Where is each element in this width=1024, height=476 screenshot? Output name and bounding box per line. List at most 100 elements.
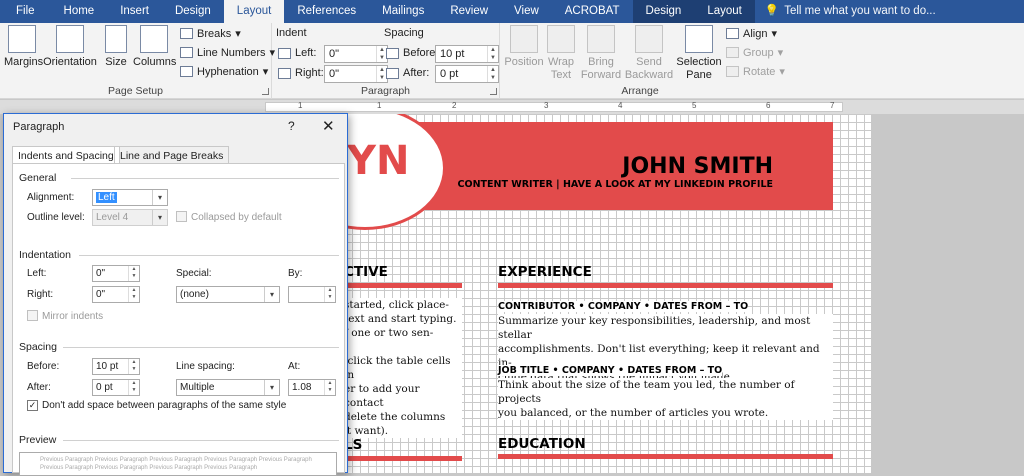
- ruler-number: 5: [692, 101, 697, 110]
- breaks-icon: [180, 28, 193, 39]
- spacing-heading: Spacing: [384, 27, 424, 39]
- wrap-text-button[interactable]: Wrap Text: [546, 25, 576, 82]
- page-setup-launcher-icon[interactable]: [262, 88, 269, 95]
- orientation-button[interactable]: Orientation: [42, 25, 98, 69]
- chevron-down-icon[interactable]: ▾: [152, 210, 167, 225]
- ruler-number: 6: [766, 101, 771, 110]
- chevron-down-icon[interactable]: ▾: [264, 287, 279, 302]
- by-input[interactable]: ▲ ▼: [288, 286, 336, 303]
- page-setup-group: Margins Orientation Size Columns Breaks ▾…: [0, 23, 275, 99]
- position-button[interactable]: Position: [504, 25, 544, 69]
- send-backward-button[interactable]: Send Backward: [624, 25, 674, 82]
- objective-text: started, click place- text and start typ…: [344, 298, 462, 438]
- columns-button[interactable]: Columns: [133, 25, 176, 69]
- spinner-arrows-icon[interactable]: ▲ ▼: [324, 287, 335, 302]
- tab-layout[interactable]: Layout: [223, 0, 285, 23]
- tab-review[interactable]: Review: [437, 0, 501, 23]
- collapsed-label: Collapsed by default: [191, 212, 282, 223]
- spacing-section-label: Spacing: [19, 341, 57, 353]
- section-rule: [344, 456, 462, 461]
- job-title-2: JOB TITLE • COMPANY • DATES FROM – TO: [498, 365, 723, 376]
- close-icon[interactable]: ✕: [322, 117, 335, 135]
- selection-pane-icon: [685, 25, 713, 53]
- hyphenation-button[interactable]: Hyphenation ▾: [180, 65, 268, 78]
- tab-table-design[interactable]: Design: [632, 0, 695, 23]
- dialog-spacing-after-input[interactable]: 0 pt ▲ ▼: [92, 379, 140, 396]
- collapsed-checkbox[interactable]: [176, 211, 187, 222]
- tell-me-box[interactable]: 💡 Tell me what you want to do...: [755, 0, 936, 23]
- experience-heading: EXPERIENCE: [498, 264, 592, 280]
- page-setup-label: Page Setup: [108, 85, 163, 97]
- tab-view[interactable]: View: [501, 0, 552, 23]
- selection-pane-button[interactable]: Selection Pane: [676, 25, 722, 82]
- indent-right-input[interactable]: 0" ▲ ▼: [324, 65, 388, 83]
- margins-button[interactable]: Margins: [4, 25, 43, 69]
- tab-mailings[interactable]: Mailings: [369, 0, 437, 23]
- paragraph-launcher-icon[interactable]: [490, 88, 497, 95]
- section-rule: [344, 283, 462, 288]
- tab-acrobat[interactable]: ACROBAT: [552, 0, 633, 23]
- education-heading: EDUCATION: [498, 436, 586, 452]
- spacing-before-input[interactable]: 10 pt ▲ ▼: [435, 45, 499, 63]
- document-page[interactable]: JOHN SMITH CONTENT WRITER | HAVE A LOOK …: [344, 114, 871, 473]
- indent-right-label: Right:: [27, 289, 54, 300]
- at-input[interactable]: 1.08 ▲ ▼: [288, 379, 336, 396]
- dialog-indent-right-input[interactable]: 0" ▲ ▼: [92, 286, 140, 303]
- chevron-down-icon[interactable]: ▾: [264, 380, 279, 395]
- arrange-group: Position Wrap Text Bring Forward Send Backw…: [500, 23, 785, 99]
- ruler-number: 7: [830, 101, 835, 110]
- tab-table-layout[interactable]: Layout: [694, 0, 755, 23]
- bring-forward-button[interactable]: Bring Forward: [580, 25, 622, 82]
- align-button[interactable]: Align ▾: [726, 27, 777, 40]
- spinner-arrows-icon[interactable]: ▲ ▼: [128, 287, 139, 302]
- ruler-number: 1: [298, 101, 303, 110]
- group-button[interactable]: Group ▾: [726, 46, 783, 59]
- indent-left-label: Left:: [27, 268, 47, 279]
- bring-forward-icon: [587, 25, 615, 53]
- line-numbers-button[interactable]: Line Numbers ▾: [180, 46, 275, 59]
- indent-left-label: Left:: [278, 47, 316, 59]
- indent-left-input[interactable]: 0" ▲ ▼: [324, 45, 388, 63]
- spinner-arrows-icon[interactable]: ▲ ▼: [128, 380, 139, 395]
- rotate-button[interactable]: Rotate ▾: [726, 65, 785, 78]
- spinner-arrows-icon[interactable]: ▲ ▼: [128, 359, 139, 374]
- send-backward-icon: [635, 25, 663, 53]
- dont-add-space-checkbox[interactable]: ✓: [27, 400, 38, 411]
- alignment-select[interactable]: Left ▾: [92, 189, 168, 206]
- spinner-arrows-icon[interactable]: ▲ ▼: [324, 380, 335, 395]
- group-icon: [726, 47, 739, 58]
- ribbon-tab-bar: File Home Insert Design Layout Reference…: [0, 0, 1024, 23]
- resume-subtitle: CONTENT WRITER | HAVE A LOOK AT MY LINKE…: [457, 179, 773, 190]
- line-spacing-select[interactable]: Multiple ▾: [176, 379, 280, 396]
- tab-indents-and-spacing[interactable]: Indents and Spacing: [12, 146, 120, 164]
- at-label: At:: [288, 361, 301, 372]
- dialog-indent-left-input[interactable]: 0" ▲ ▼: [92, 265, 140, 282]
- spacing-before-icon: [386, 47, 399, 59]
- alignment-label: Alignment:: [27, 192, 75, 203]
- special-select[interactable]: (none) ▾: [176, 286, 280, 303]
- horizontal-ruler[interactable]: 1 1 2 3 4 5 6 7: [0, 100, 1024, 114]
- spacing-after-icon: [386, 67, 399, 79]
- tab-file[interactable]: File: [0, 0, 51, 23]
- tab-home[interactable]: Home: [51, 0, 108, 23]
- dialog-spacing-before-input[interactable]: 10 pt ▲ ▼: [92, 358, 140, 375]
- help-icon[interactable]: ?: [288, 119, 295, 133]
- mirror-indents-checkbox[interactable]: [27, 310, 38, 321]
- tab-line-and-page-breaks[interactable]: Line and Page Breaks: [114, 146, 230, 164]
- indentation-section-label: Indentation: [19, 249, 71, 261]
- spacing-after-input[interactable]: 0 pt ▲ ▼: [435, 65, 499, 83]
- spinner-arrows-icon[interactable]: ▲ ▼: [128, 266, 139, 281]
- spinner-arrows-icon[interactable]: ▲ ▼: [487, 66, 498, 82]
- tab-insert[interactable]: Insert: [107, 0, 162, 23]
- spacing-before-label: Before:: [27, 361, 60, 372]
- paragraph-group: Indent Left: 0" ▲ ▼ Right: 0" ▲ ▼ Spacing Be…: [272, 23, 500, 99]
- spinner-arrows-icon[interactable]: ▲ ▼: [487, 46, 498, 62]
- breaks-button[interactable]: Breaks ▾: [180, 27, 241, 40]
- outline-level-select[interactable]: Level 4 ▾: [92, 209, 168, 226]
- size-button[interactable]: Size: [102, 25, 130, 69]
- indent-left-icon: [278, 47, 291, 59]
- size-icon: [105, 25, 127, 53]
- chevron-down-icon[interactable]: ▾: [152, 190, 167, 205]
- tab-design[interactable]: Design: [162, 0, 224, 23]
- tab-references[interactable]: References: [284, 0, 369, 23]
